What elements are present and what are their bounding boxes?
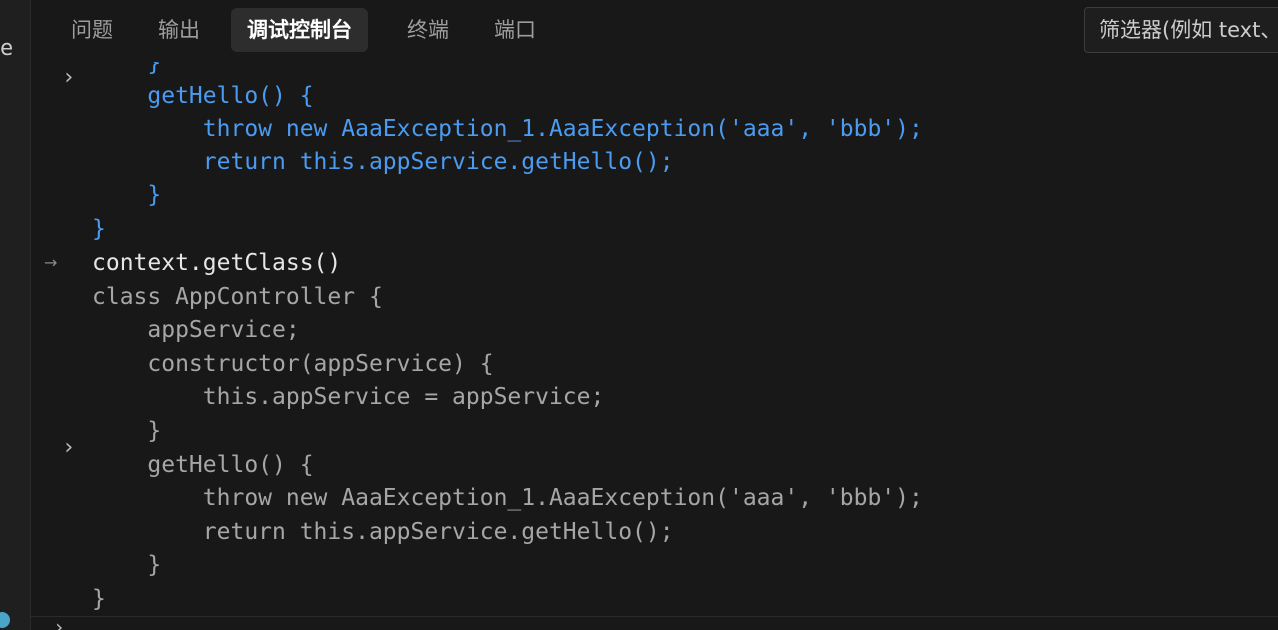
- chevron-right-icon[interactable]: ›: [62, 431, 75, 465]
- input-prompt-icon: ›: [53, 615, 66, 630]
- console-line: getHello() {: [92, 83, 314, 109]
- editor-edge: e: [0, 0, 31, 630]
- editor-edge-text: e: [0, 36, 14, 61]
- console-line: }: [92, 586, 106, 612]
- tab-debug-console[interactable]: 调试控制台: [231, 8, 368, 52]
- debug-console-window: e 问题 输出 调试控制台 终端 端口 筛选器(例如 text、!exclude…: [0, 0, 1278, 630]
- console-line: }: [92, 62, 162, 76]
- console-line: throw new AaaException_1.AaaException('a…: [92, 485, 923, 511]
- console-input-divider: [31, 616, 1278, 617]
- console-output: › → › } getHello() { throw new AaaExcept…: [31, 62, 1278, 616]
- console-line: class AppController {: [92, 284, 383, 310]
- arrow-right-icon: →: [44, 253, 58, 272]
- panel-header: 问题 输出 调试控制台 终端 端口 筛选器(例如 text、!exclude): [31, 0, 1278, 62]
- console-line: return this.appService.getHello();: [92, 149, 674, 175]
- chevron-right-icon[interactable]: ›: [62, 62, 75, 95]
- console-line: throw new AaaException_1.AaaException('a…: [92, 116, 923, 142]
- console-line: this.appService = appService;: [92, 384, 605, 410]
- tab-output[interactable]: 输出: [158, 8, 200, 52]
- console-line: }: [92, 552, 162, 578]
- console-input-line: context.getClass(): [92, 250, 342, 276]
- console-line: appService;: [92, 317, 300, 343]
- tab-ports[interactable]: 端口: [494, 8, 536, 52]
- filter-input[interactable]: 筛选器(例如 text、!exclude): [1084, 7, 1278, 53]
- console-line: }: [92, 182, 162, 208]
- tab-problems[interactable]: 问题: [71, 8, 113, 52]
- status-indicator: [0, 612, 10, 628]
- console-line: return this.appService.getHello();: [92, 519, 674, 545]
- console-line: }: [92, 216, 106, 242]
- console-line: constructor(appService) {: [92, 351, 494, 377]
- console-line: }: [92, 418, 162, 444]
- tab-terminal[interactable]: 终端: [407, 8, 449, 52]
- console-line: getHello() {: [92, 452, 314, 478]
